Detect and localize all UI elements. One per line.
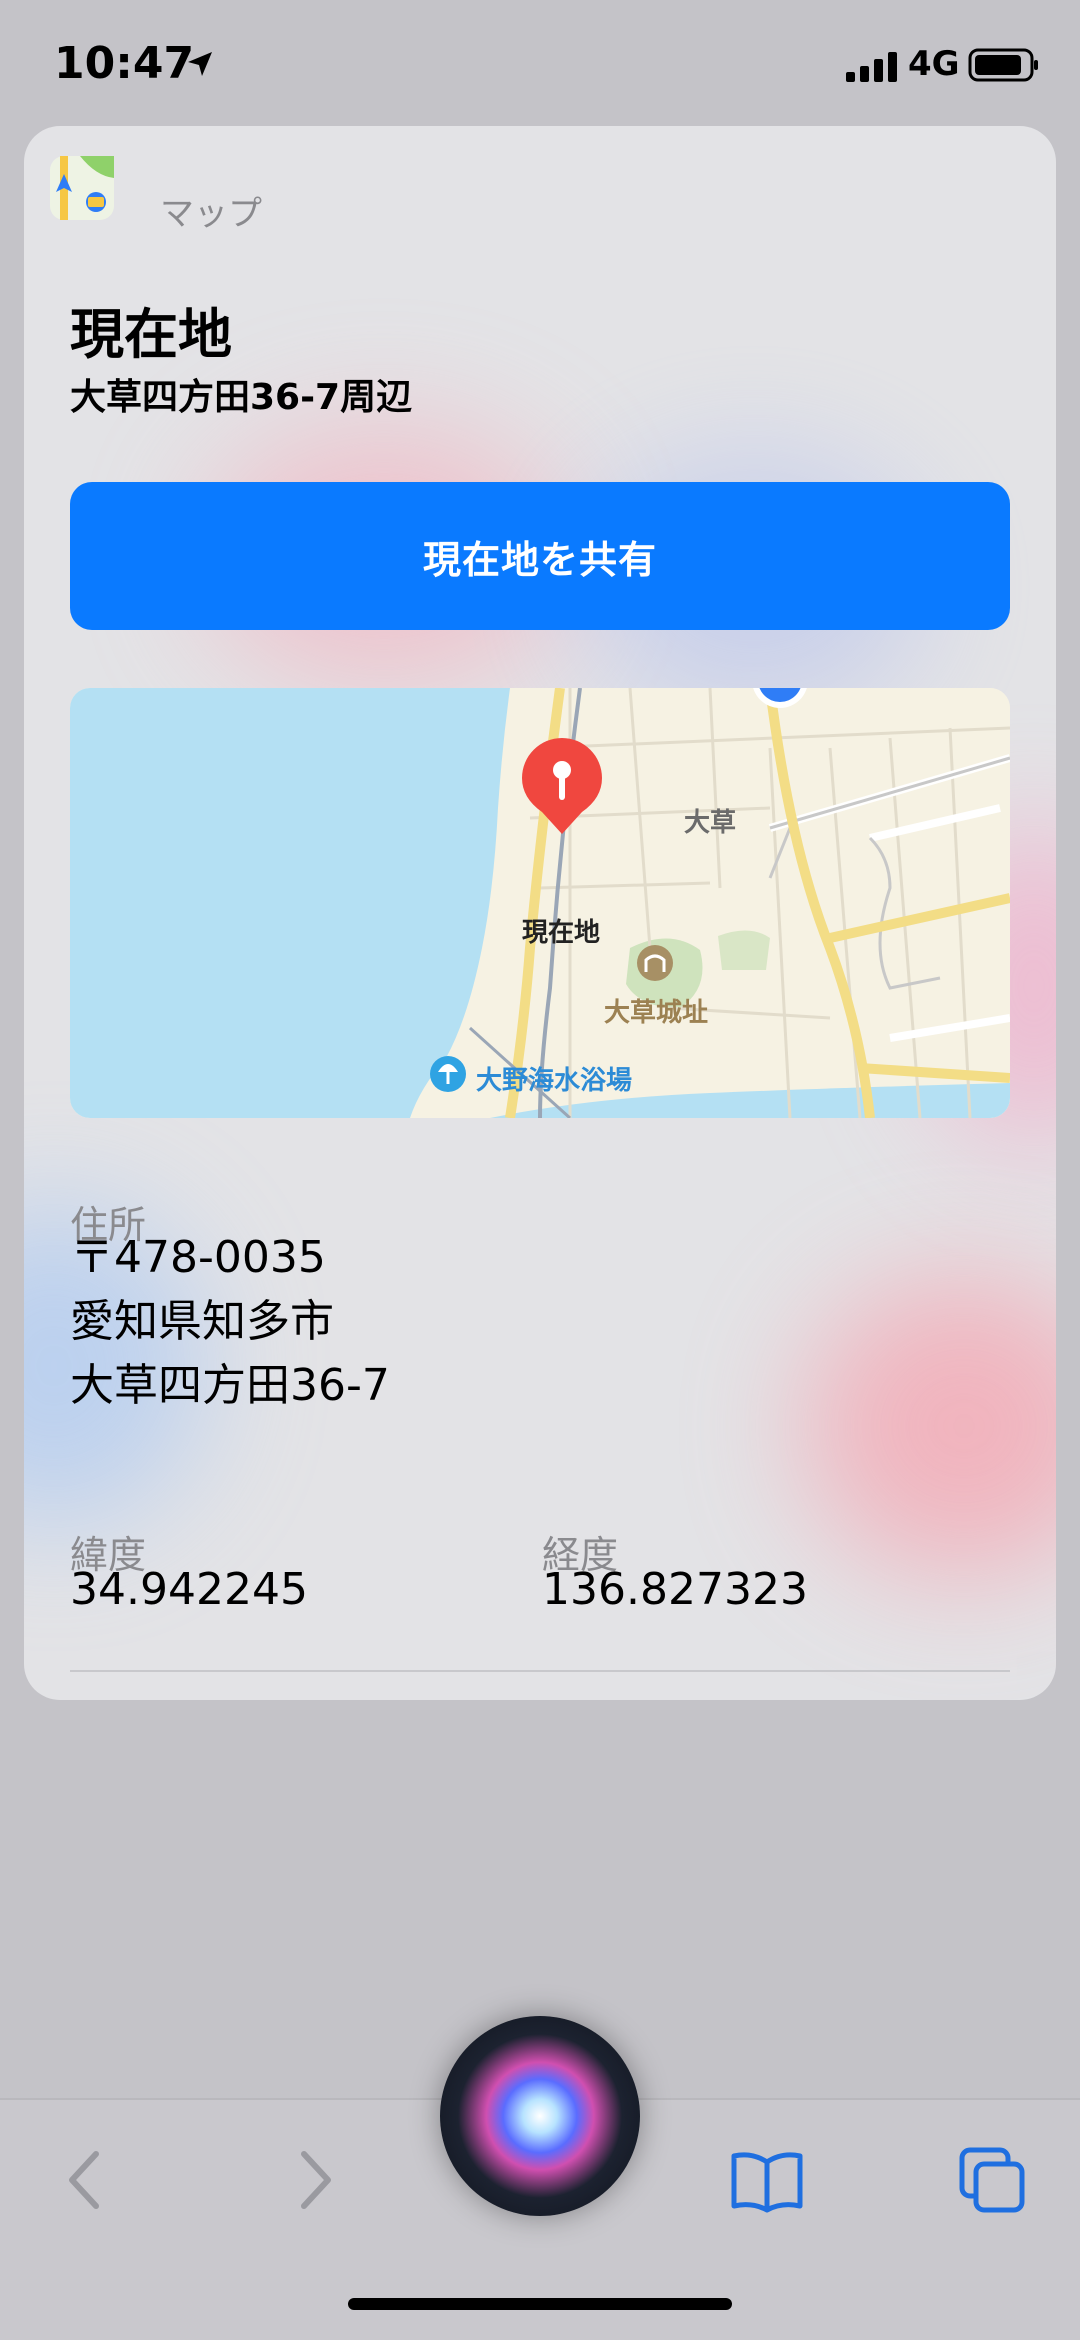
status-time: 10:47 — [54, 38, 195, 89]
map-castle-label: 大草城址 — [604, 998, 709, 1028]
signal-icon — [846, 52, 897, 82]
home-indicator[interactable] — [348, 2298, 732, 2310]
status-bar: 10:47 4G — [0, 0, 1080, 130]
latitude-value: 34.942245 — [70, 1564, 308, 1615]
forward-icon[interactable] — [296, 2148, 336, 2212]
map-pin-label: 現在地 — [522, 918, 601, 948]
back-icon[interactable] — [64, 2148, 104, 2212]
siri-icon[interactable] — [440, 2016, 640, 2216]
map-area-label: 大草 — [684, 808, 737, 838]
map-preview[interactable]: 現在地 大草 大草城址 大野海水浴場 — [70, 688, 1010, 1118]
place-title: 現在地 — [70, 303, 232, 366]
map-beach-label: 大野海水浴場 — [476, 1066, 633, 1096]
address-value: 〒478-0035 愛知県知多市 大草四方田36-7 — [70, 1226, 390, 1418]
tabs-icon[interactable] — [958, 2146, 1028, 2216]
divider — [70, 1670, 1010, 1672]
longitude-value: 136.827323 — [542, 1564, 808, 1615]
maps-app-icon — [50, 156, 114, 220]
share-location-button[interactable]: 現在地を共有 — [70, 482, 1010, 630]
network-type: 4G — [908, 44, 960, 84]
address-line: 大草四方田36-7 — [70, 1360, 390, 1411]
maps-result-card: マップ 現在地 大草四方田36-7周辺 現在地を共有 現在地 大草 大草城址 大… — [24, 126, 1056, 1700]
location-arrow-icon — [188, 52, 212, 76]
place-subtitle: 大草四方田36-7周辺 — [70, 377, 413, 418]
address-line: 愛知県知多市 — [70, 1296, 334, 1347]
address-line: 〒478-0035 — [70, 1232, 326, 1283]
app-name: マップ — [160, 194, 262, 234]
battery-icon — [968, 48, 1038, 82]
map-graphic — [70, 688, 1010, 1118]
bookmarks-icon[interactable] — [730, 2150, 804, 2214]
